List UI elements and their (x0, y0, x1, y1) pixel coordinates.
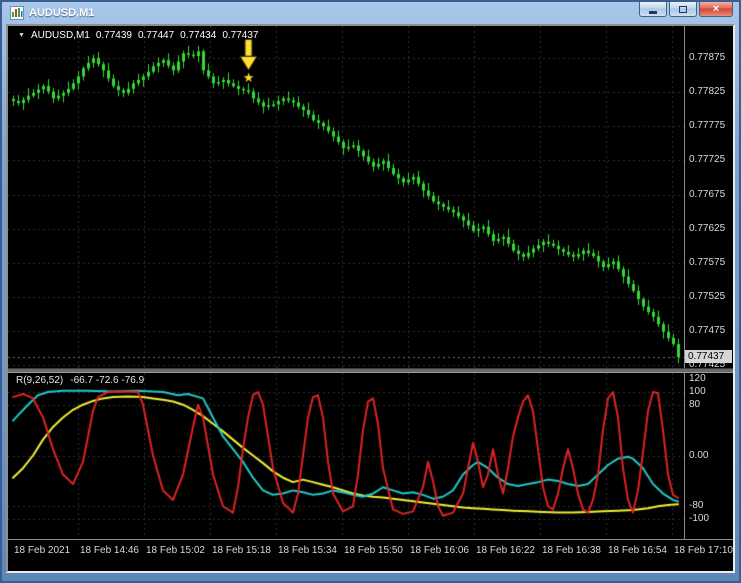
indicator-axis-label: -100 (689, 513, 710, 524)
close-button[interactable]: × (699, 2, 733, 17)
price-axis-label: 0.77675 (689, 189, 726, 200)
indicator-axis-label: 0.00 (689, 450, 709, 461)
indicator-name: R(9,26,52) (16, 375, 64, 386)
minimize-icon (649, 10, 657, 14)
indicator-axis-label: 80 (689, 399, 701, 410)
time-axis-label: 18 Feb 14:46 (80, 545, 139, 556)
price-axis-label: 0.77875 (689, 52, 726, 63)
price-axis-label: 0.77525 (689, 291, 726, 302)
price-axis-label: 0.77825 (689, 86, 726, 97)
indicator-axis-label: 100 (689, 386, 706, 397)
price-axis-label: 0.77575 (689, 257, 726, 268)
ohlc-high: 0.77447 (138, 30, 175, 41)
window-title: AUDUSD,M1 (29, 7, 95, 19)
ohlc-open: 0.77439 (95, 30, 132, 41)
price-axis-label: 0.77725 (689, 154, 726, 165)
time-axis-label: 18 Feb 16:38 (542, 545, 601, 556)
chart-indicator-divider[interactable] (8, 368, 733, 373)
price-axis-label: 0.77775 (689, 120, 726, 131)
price-axis-label: 0.77425 (689, 359, 726, 370)
indicator-values: -66.7 -72.6 -76.9 (70, 375, 145, 386)
symbol-label: AUDUSD,M1 (30, 30, 90, 41)
ohlc-info-line: ▼ AUDUSD,M1 0.77439 0.77447 0.77434 0.77… (18, 30, 258, 41)
close-icon: × (712, 3, 720, 15)
expand-arrow-icon[interactable]: ▼ (18, 32, 25, 39)
time-axis-label: 18 Feb 15:18 (212, 545, 271, 556)
price-axis-label: 0.77625 (689, 223, 726, 234)
time-axis-label: 18 Feb 16:54 (608, 545, 667, 556)
ohlc-low: 0.77434 (180, 30, 217, 41)
price-axis-label: 0.77475 (689, 325, 726, 336)
time-axis-label: 18 Feb 2021 (14, 545, 71, 556)
indicator-chart-canvas[interactable] (8, 373, 684, 538)
mt4-chart-window: AUDUSD,M1 × ▼ AUDUSD,M1 0.77439 0.77447 … (0, 0, 741, 583)
time-axis-separator (8, 539, 733, 540)
price-axis-separator (684, 26, 685, 539)
indicator-axis-label: 120 (689, 373, 706, 384)
minimize-button[interactable] (639, 2, 667, 17)
restore-icon (679, 5, 687, 13)
chart-client-area: ▼ AUDUSD,M1 0.77439 0.77447 0.77434 0.77… (6, 24, 735, 573)
time-axis-label: 18 Feb 16:06 (410, 545, 469, 556)
time-axis-label: 18 Feb 15:02 (146, 545, 205, 556)
time-axis-label: 18 Feb 15:34 (278, 545, 337, 556)
indicator-axis-label: -80 (689, 500, 704, 511)
time-axis-label: 18 Feb 16:22 (476, 545, 535, 556)
indicator-label: R(9,26,52) -66.7 -72.6 -76.9 (16, 375, 144, 386)
window-titlebar[interactable]: AUDUSD,M1 × (6, 2, 735, 24)
ohlc-close: 0.77437 (222, 30, 259, 41)
price-chart-canvas[interactable] (8, 26, 684, 368)
chart-icon (10, 6, 24, 20)
time-axis-label: 18 Feb 15:50 (344, 545, 403, 556)
window-controls: × (639, 2, 735, 17)
time-axis-label: 18 Feb 17:10 (674, 545, 733, 556)
restore-button[interactable] (669, 2, 697, 17)
